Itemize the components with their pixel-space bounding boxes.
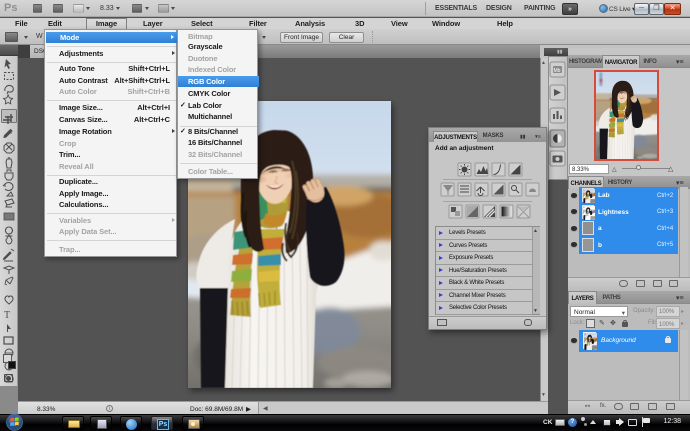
svg-text:Mb: Mb	[554, 68, 561, 74]
svg-text:T: T	[4, 310, 10, 321]
